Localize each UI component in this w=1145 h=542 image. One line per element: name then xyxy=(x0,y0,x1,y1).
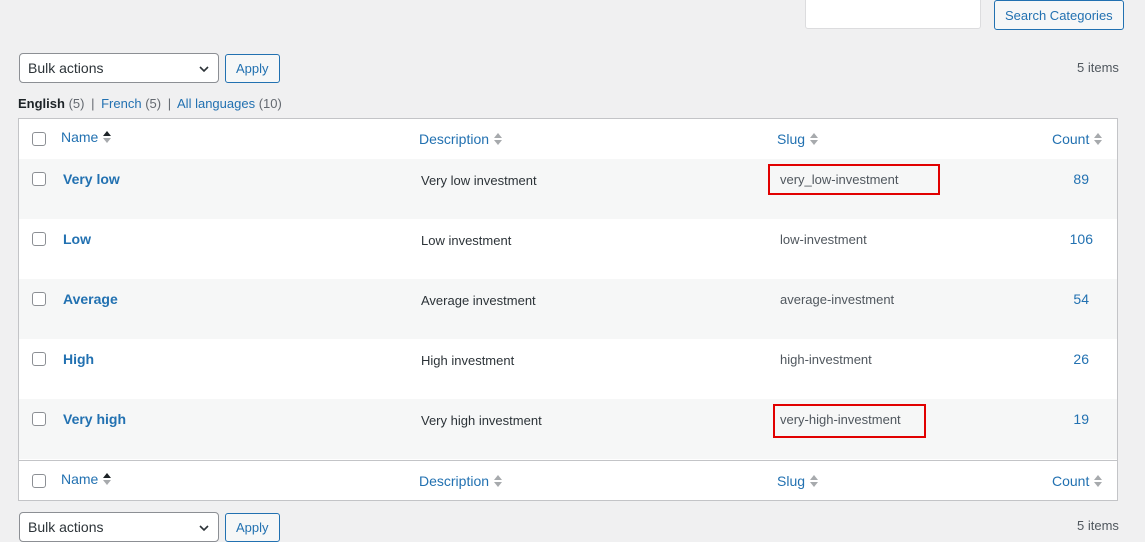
sort-icon xyxy=(494,133,503,145)
sort-icon xyxy=(103,131,112,143)
bulk-actions-select-bottom[interactable]: Bulk actions xyxy=(19,512,219,542)
column-slug[interactable]: Slug xyxy=(777,473,819,489)
column-count-label: Count xyxy=(1052,473,1090,489)
term-count-link[interactable]: 26 xyxy=(1049,351,1089,367)
term-count-link[interactable]: 89 xyxy=(1049,171,1089,187)
term-description: Very high investment xyxy=(421,413,542,428)
highlight-box xyxy=(768,164,940,195)
row-checkbox[interactable] xyxy=(32,172,46,186)
column-description-label: Description xyxy=(419,131,490,147)
row-checkbox[interactable] xyxy=(32,292,46,306)
term-name-link[interactable]: High xyxy=(63,351,94,367)
term-name-link[interactable]: Low xyxy=(63,231,91,247)
column-description-label: Description xyxy=(419,473,490,489)
bulk-actions-select[interactable]: Bulk actions xyxy=(19,53,219,83)
sort-icon xyxy=(810,133,819,145)
term-description: Very low investment xyxy=(421,173,537,188)
column-slug-label: Slug xyxy=(777,131,806,147)
lang-french[interactable]: French xyxy=(101,96,141,111)
sort-icon xyxy=(494,475,503,487)
term-count-link[interactable]: 54 xyxy=(1049,291,1089,307)
row-checkbox[interactable] xyxy=(32,232,46,246)
lang-separator: | xyxy=(91,96,95,111)
column-name[interactable]: Name xyxy=(61,471,112,487)
lang-english[interactable]: English xyxy=(18,96,65,111)
term-description: High investment xyxy=(421,353,515,368)
highlight-box xyxy=(773,404,926,438)
chevron-down-icon xyxy=(199,525,209,532)
row-checkbox[interactable] xyxy=(32,412,46,426)
sort-icon xyxy=(810,475,819,487)
items-count-bottom: 5 items xyxy=(1077,518,1119,533)
term-count-link[interactable]: 106 xyxy=(1053,231,1093,247)
bulk-actions-value: Bulk actions xyxy=(28,519,104,535)
language-filter: English (5) | French (5) | All languages… xyxy=(18,96,282,111)
term-description: Average investment xyxy=(421,293,536,308)
sort-icon xyxy=(103,473,112,485)
table-row: High High investment high-investment 26 xyxy=(19,339,1117,399)
table-row: Very low Very low investment very_low-in… xyxy=(19,159,1117,219)
items-count: 5 items xyxy=(1077,60,1119,75)
lang-separator: | xyxy=(167,96,172,111)
term-description: Low investment xyxy=(421,233,512,248)
table-row: Low Low investment low-investment 106 xyxy=(19,219,1117,279)
search-categories-button[interactable]: Search Categories xyxy=(994,0,1124,30)
select-all-checkbox[interactable] xyxy=(32,474,46,488)
table-footer: Name Description Slug Count xyxy=(19,460,1117,501)
apply-button[interactable]: Apply xyxy=(225,54,280,83)
term-name-link[interactable]: Very low xyxy=(63,171,120,187)
column-name-label: Name xyxy=(61,471,99,487)
column-description[interactable]: Description xyxy=(419,473,503,489)
sort-icon xyxy=(1094,133,1103,145)
search-input[interactable] xyxy=(805,0,981,29)
term-slug: high-investment xyxy=(780,352,872,367)
bulk-actions-value: Bulk actions xyxy=(28,60,104,76)
lang-all-count: (10) xyxy=(258,96,282,111)
table-row: Average Average investment average-inves… xyxy=(19,279,1117,339)
chevron-down-icon xyxy=(199,66,209,73)
table-header: Name Description Slug Count xyxy=(19,119,1117,160)
row-checkbox[interactable] xyxy=(32,352,46,366)
lang-french-count: (5) xyxy=(145,96,162,111)
column-count[interactable]: Count xyxy=(1052,131,1103,147)
table-row: Very high Very high investment very-high… xyxy=(19,399,1117,459)
select-all-checkbox[interactable] xyxy=(32,132,46,146)
term-count-link[interactable]: 19 xyxy=(1049,411,1089,427)
column-slug-label: Slug xyxy=(777,473,806,489)
term-slug: average-investment xyxy=(780,292,895,307)
term-name-link[interactable]: Very high xyxy=(63,411,126,427)
term-name-link[interactable]: Average xyxy=(63,291,118,307)
column-name-label: Name xyxy=(61,129,99,145)
term-slug: low-investment xyxy=(780,232,867,247)
column-count-label: Count xyxy=(1052,131,1090,147)
column-description[interactable]: Description xyxy=(419,131,503,147)
lang-english-count: (5) xyxy=(68,96,85,111)
column-slug[interactable]: Slug xyxy=(777,131,819,147)
sort-icon xyxy=(1094,475,1103,487)
lang-all[interactable]: All languages xyxy=(177,96,255,111)
column-name[interactable]: Name xyxy=(61,129,112,145)
column-count[interactable]: Count xyxy=(1052,473,1103,489)
categories-table: Name Description Slug Count Very low Ver… xyxy=(18,118,1118,501)
